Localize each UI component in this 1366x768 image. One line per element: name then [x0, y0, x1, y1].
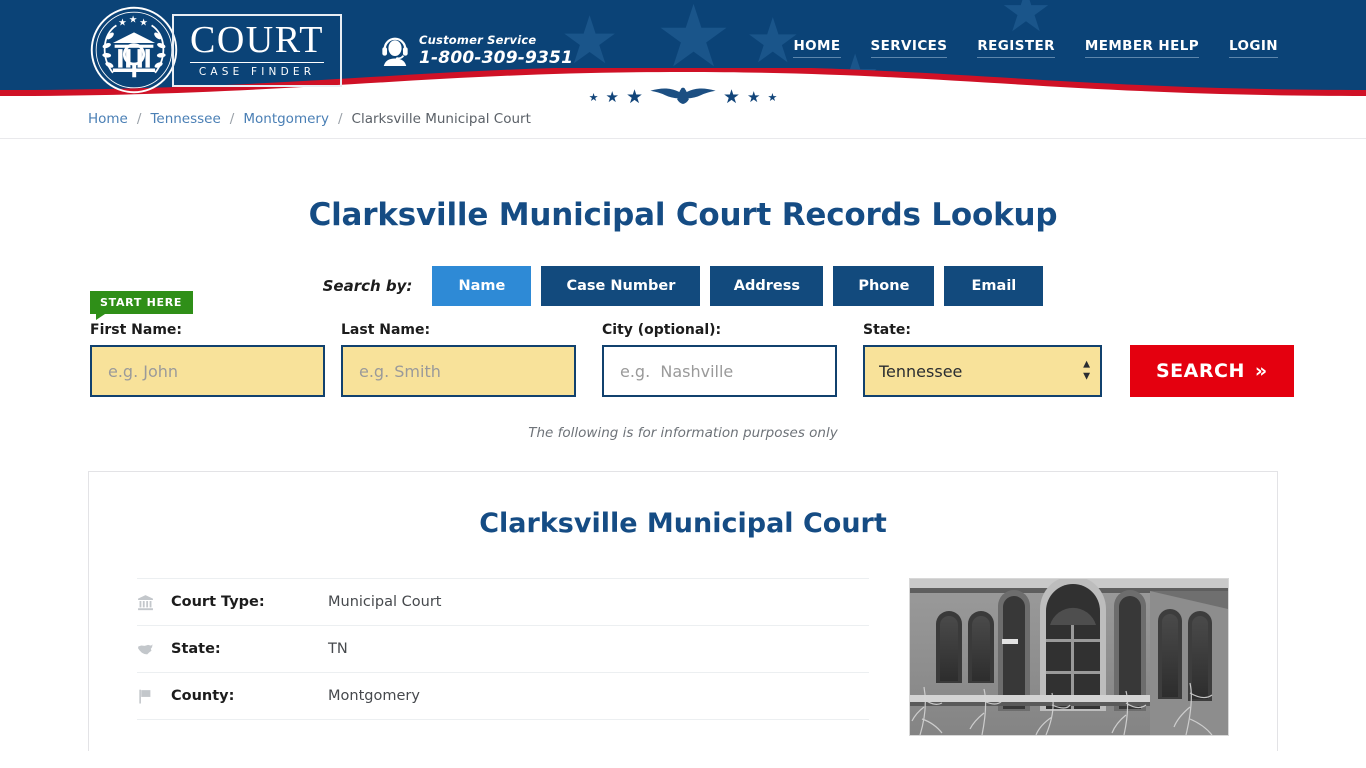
courthouse-photo-image [910, 579, 1228, 735]
search-by-label: Search by: [322, 277, 413, 295]
court-details-bottom-divider [137, 719, 869, 720]
state-select[interactable]: Tennessee [863, 345, 1102, 397]
court-detail-value: TN [328, 641, 348, 657]
page-title: Clarksville Municipal Court Records Look… [308, 197, 1058, 233]
last-name-label: Last Name: [341, 322, 431, 338]
breadcrumb-separator: / [229, 111, 235, 127]
tab-address[interactable]: Address [710, 266, 824, 306]
bank-icon [137, 594, 171, 611]
breadcrumb: Home / Tennessee / Montgomery / Clarksville Mu… [88, 111, 1278, 127]
court-detail-row: Court Type: Municipal Court [137, 578, 869, 625]
last-name-input[interactable] [341, 345, 576, 397]
court-detail-row: County: Montgomery [137, 672, 869, 719]
customer-service-block[interactable]: Customer Service 1-800-309-9351 [380, 33, 573, 68]
logo-wordmark: COURT CASE FINDER [172, 13, 343, 87]
court-details-table: Court Type: Municipal Court State: TN County… [137, 578, 869, 736]
nav-member-help[interactable]: MEMBER HELP [1084, 38, 1199, 58]
logo-title: COURT [190, 18, 325, 61]
first-name-input[interactable] [90, 345, 325, 397]
breadcrumb-separator: / [136, 111, 142, 127]
nav-home[interactable]: HOME [793, 38, 841, 58]
breadcrumb-item-montgomery[interactable]: Montgomery [243, 111, 329, 127]
tab-phone[interactable]: Phone [833, 266, 935, 306]
court-detail-key: State: [171, 641, 221, 657]
city-input[interactable] [602, 345, 837, 397]
svg-text:★: ★ [118, 17, 127, 28]
court-emblem-icon: ★ ★ ★ [90, 6, 178, 94]
breadcrumb-item-clarksville-municipal-court: Clarksville Municipal Court [351, 111, 531, 127]
search-form: START HERE First Name: Last Name: City (… [88, 291, 1294, 397]
city-label: City (optional): [602, 322, 722, 338]
last-name-field-group: Last Name: [341, 322, 576, 397]
court-detail-value: Montgomery [328, 688, 420, 704]
disclaimer-text: The following is for information purpose… [528, 425, 838, 441]
court-detail-key: County: [171, 688, 235, 704]
nav-register[interactable]: REGISTER [977, 38, 1055, 58]
court-detail-value: Municipal Court [328, 594, 442, 610]
first-name-field-group: START HERE First Name: [90, 291, 325, 397]
court-name-heading: Clarksville Municipal Court [479, 508, 887, 539]
flag-icon [137, 688, 171, 705]
tab-case-number[interactable]: Case Number [541, 266, 701, 306]
court-detail-key: Court Type: [171, 594, 265, 610]
breadcrumb-item-home[interactable]: Home [88, 111, 128, 127]
site-header: ★ ★ ★ ★ ★ ★ ★ COURT CASE FINDER Customer… [0, 0, 1366, 100]
breadcrumb-item-tennessee[interactable]: Tennessee [150, 111, 220, 127]
breadcrumb-bar: Home / Tennessee / Montgomery / Clarksville Mu… [0, 100, 1366, 139]
svg-text:★: ★ [139, 17, 148, 28]
start-here-badge: START HERE [90, 291, 194, 320]
first-name-label: First Name: [90, 322, 183, 338]
court-info-card: Clarksville Municipal Court Court Type: M… [88, 471, 1278, 751]
logo-subtitle: CASE FINDER [190, 61, 325, 78]
court-detail-row: State: TN [137, 625, 869, 672]
courthouse-photo [909, 578, 1229, 736]
svg-text:★: ★ [129, 15, 138, 26]
breadcrumb-separator: / [337, 111, 343, 127]
usa-map-icon [137, 641, 171, 658]
tab-name[interactable]: Name [432, 266, 532, 306]
double-chevron-right-icon: » [1254, 360, 1268, 382]
state-label: State: [863, 322, 912, 338]
nav-login[interactable]: LOGIN [1229, 38, 1278, 58]
tab-email[interactable]: Email [944, 266, 1044, 306]
main-navigation: HOME SERVICES REGISTER MEMBER HELP LOGIN [793, 38, 1278, 62]
search-button-label: SEARCH [1156, 360, 1245, 382]
search-by-tabs: Search by: Name Case Number Address Phone Em… [88, 266, 1278, 306]
nav-services[interactable]: SERVICES [870, 38, 948, 58]
main-content: Clarksville Municipal Court Records Look… [88, 197, 1294, 751]
site-logo[interactable]: ★ ★ ★ COURT CASE FINDER [90, 6, 343, 94]
customer-service-label: Customer Service [419, 32, 537, 47]
state-field-group: State: Tennessee ▲ ▼ [863, 322, 1102, 397]
customer-service-phone[interactable]: 1-800-309-9351 [419, 48, 573, 68]
city-field-group: City (optional): [602, 322, 837, 397]
headset-agent-icon [382, 37, 408, 66]
search-button[interactable]: SEARCH » [1130, 345, 1294, 397]
